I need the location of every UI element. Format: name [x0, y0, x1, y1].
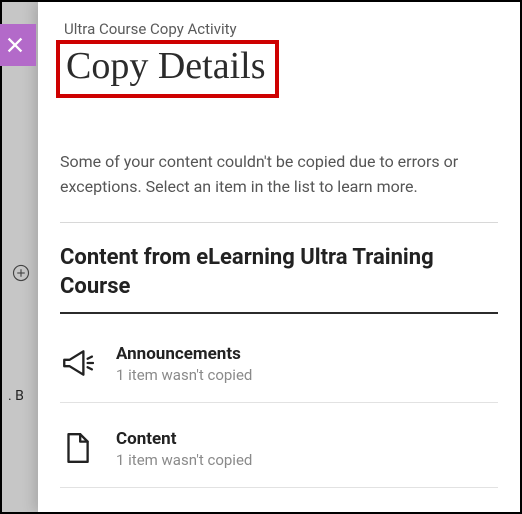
list-item-title: Announcements: [116, 344, 498, 364]
title-highlight-box: Copy Details: [56, 40, 279, 98]
background-text-fragment: . B: [8, 388, 24, 404]
list-item-text: Announcements 1 item wasn't copied: [116, 344, 498, 384]
close-button[interactable]: [0, 24, 36, 66]
list-item-content[interactable]: Content 1 item wasn't copied: [60, 421, 498, 488]
section-heading: Content from eLearning Ultra Training Co…: [60, 243, 498, 314]
list-item-title: Content: [116, 429, 498, 449]
list-item-subtitle: 1 item wasn't copied: [116, 366, 498, 384]
list-item-text: Content 1 item wasn't copied: [116, 429, 498, 469]
list-item-subtitle: 1 item wasn't copied: [116, 451, 498, 469]
divider: [60, 222, 498, 223]
add-circle-icon: [12, 264, 30, 282]
background-panel: . B: [2, 2, 38, 512]
description-text: Some of your content couldn't be copied …: [60, 150, 498, 200]
breadcrumb: Ultra Course Copy Activity: [60, 20, 498, 38]
list-item-announcements[interactable]: Announcements 1 item wasn't copied: [60, 336, 498, 403]
page-title: Copy Details: [66, 44, 265, 88]
copy-details-panel: Ultra Course Copy Activity Copy Details …: [38, 2, 520, 512]
document-icon: [60, 431, 94, 465]
megaphone-icon: [60, 346, 94, 380]
